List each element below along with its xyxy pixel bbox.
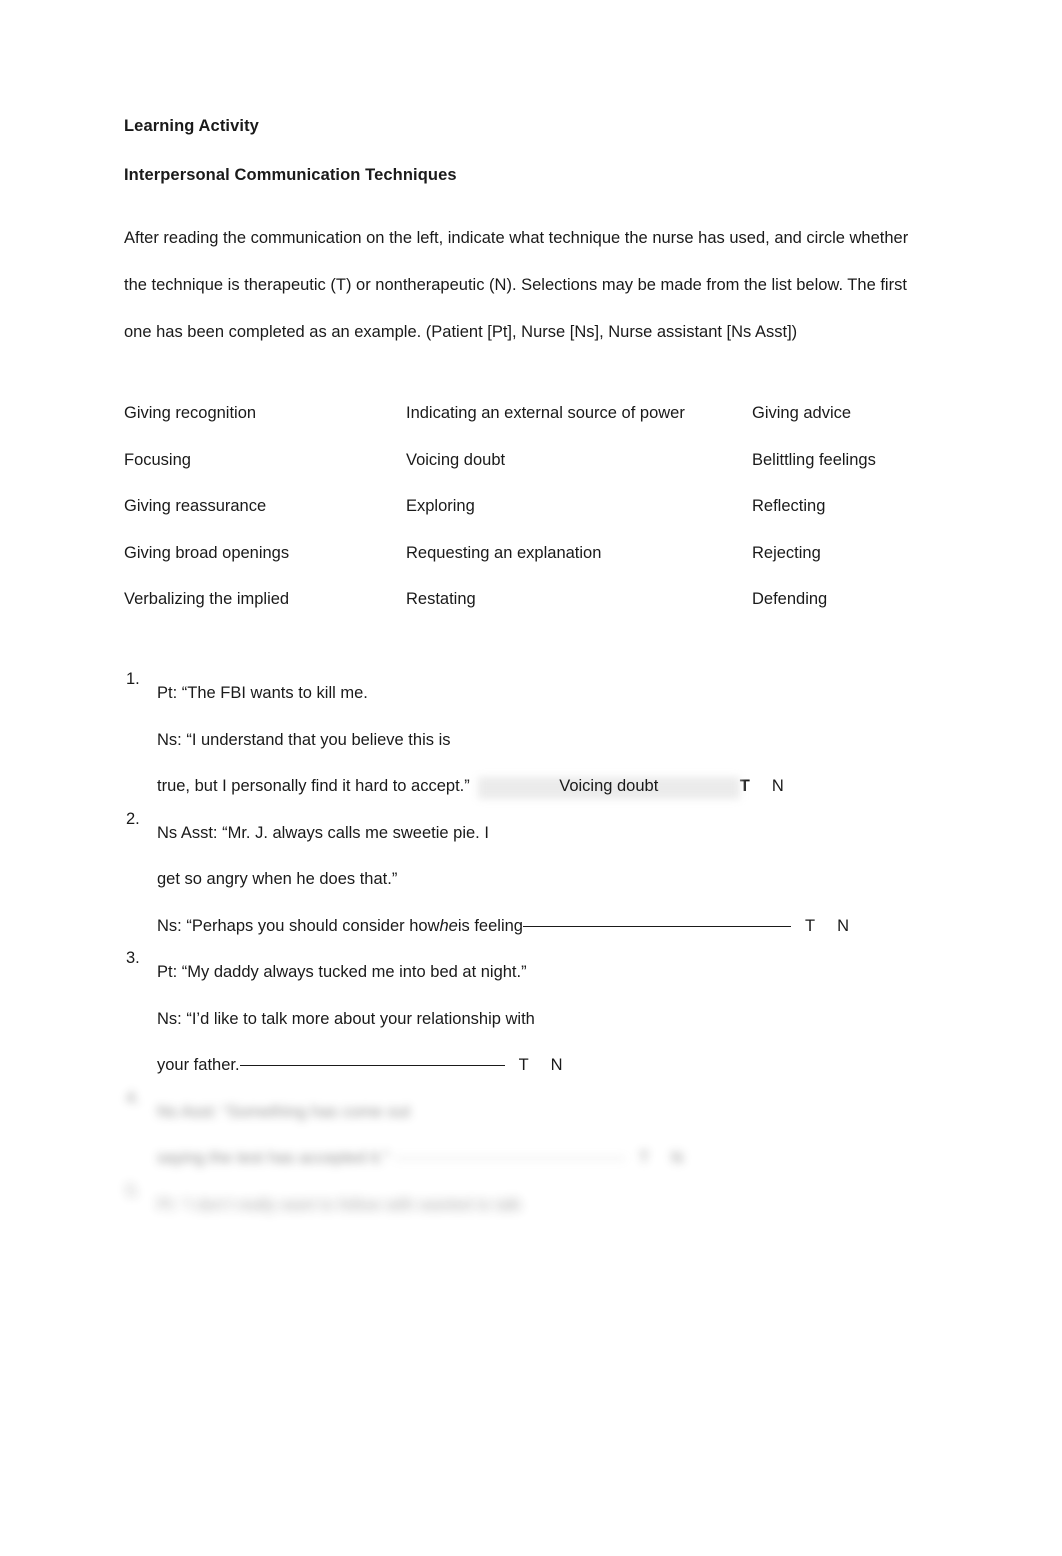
document-page: Learning Activity Interpersonal Communic…: [0, 0, 1062, 1556]
technique-option: Giving advice: [752, 404, 852, 422]
technique-row: Focusing Voicing doubt Belittling feelin…: [124, 437, 924, 484]
dialogue-line: Pt: “The FBI wants to kill me.: [157, 684, 368, 702]
exercise-item-1: 1. Pt: “The FBI wants to kill me. Ns: “I…: [124, 670, 924, 810]
choice-nontherapeutic[interactable]: N: [671, 1149, 683, 1167]
item-number: 3.: [126, 949, 140, 967]
technique-answer-value: Voicing doubt: [559, 777, 659, 795]
exercise-item-3: 3. Pt: “My daddy always tucked me into b…: [124, 949, 924, 1089]
technique-option: Verbalizing the implied: [124, 590, 290, 608]
technique-option: Voicing doubt: [406, 450, 506, 469]
technique-answer-blank[interactable]: [522, 925, 791, 927]
therapeutic-choice-group[interactable]: TN: [519, 1042, 563, 1089]
exercise-items: 1. Pt: “The FBI wants to kill me. Ns: “I…: [124, 670, 924, 1228]
technique-row: Giving recognition Indicating an externa…: [124, 390, 924, 437]
technique-option: Requesting an explanation: [406, 543, 602, 562]
item-number: 4.: [126, 1088, 140, 1107]
technique-answer-blank[interactable]: [395, 1158, 626, 1159]
technique-option: Indicating an external source of power: [406, 404, 685, 422]
choice-therapeutic[interactable]: T: [639, 1149, 649, 1167]
choice-nontherapeutic[interactable]: N: [772, 777, 784, 795]
choice-nontherapeutic[interactable]: N: [551, 1056, 563, 1074]
technique-option: Rejecting: [752, 543, 821, 562]
document-body: Learning Activity Interpersonal Communic…: [124, 118, 924, 1228]
dialogue-line: Pt: “I don’t really want to follow with …: [157, 1195, 522, 1214]
dialogue-line-text-suffix: is feeling: [457, 916, 523, 935]
dialogue-line: Ns Asst: “Something has come out: [157, 1102, 411, 1121]
technique-option: Exploring: [406, 497, 475, 515]
exercise-item-4-obscured: 4. Ns Asst: “Something has come out sayi…: [124, 1089, 924, 1182]
technique-row: Giving broad openings Requesting an expl…: [124, 530, 924, 577]
technique-option: Reflecting: [752, 497, 826, 515]
item-number: 5.: [126, 1181, 140, 1200]
page-subtitle: Interpersonal Communication Techniques: [124, 165, 457, 184]
choice-therapeutic[interactable]: T: [519, 1056, 529, 1074]
dialogue-line: Ns Asst: “Mr. J. always calls me sweetie…: [157, 823, 489, 842]
technique-answer-field[interactable]: Voicing doubt: [477, 763, 740, 810]
technique-option: Giving recognition: [124, 404, 257, 422]
dialogue-line-text: your father.: [157, 1056, 240, 1074]
dialogue-line: Pt: “My daddy always tucked me into bed …: [157, 963, 527, 981]
emphasized-word: he: [439, 916, 458, 935]
answer-line: true, but I personally find it hard to a…: [157, 763, 924, 810]
therapeutic-choice-group[interactable]: TN: [805, 903, 849, 950]
therapeutic-choice-group[interactable]: TN: [639, 1135, 683, 1182]
instructions-paragraph: After reading the communication on the l…: [124, 229, 909, 341]
technique-option: Focusing: [124, 450, 191, 469]
technique-option: Belittling feelings: [752, 450, 876, 469]
item-number: 1.: [126, 670, 140, 688]
technique-option: Restating: [406, 590, 476, 608]
dialogue-line: Ns: “I’d like to talk more about your re…: [157, 1009, 535, 1028]
dialogue-line-text: true, but I personally find it hard to a…: [157, 777, 470, 795]
technique-answer-blank[interactable]: [239, 1065, 505, 1066]
technique-word-bank: Giving recognition Indicating an externa…: [124, 390, 924, 622]
technique-option: Giving reassurance: [124, 497, 267, 515]
exercise-item-5-obscured: 5. Pt: “I don’t really want to follow wi…: [124, 1182, 924, 1229]
page-title: Learning Activity: [124, 117, 259, 135]
choice-nontherapeutic[interactable]: N: [837, 917, 849, 935]
dialogue-line: get so angry when he does that.”: [157, 870, 398, 888]
therapeutic-choice-group[interactable]: TN: [740, 763, 784, 810]
answer-line: Ns: “Perhaps you should consider how he …: [157, 903, 924, 950]
dialogue-line: Ns: “I understand that you believe this …: [157, 730, 451, 749]
choice-therapeutic[interactable]: T: [805, 917, 815, 935]
answer-line: saying the test has accepted it.” TN: [157, 1135, 924, 1182]
technique-option: Defending: [752, 590, 828, 608]
technique-row: Verbalizing the implied Restating Defend…: [124, 576, 924, 623]
technique-row: Giving reassurance Exploring Reflecting: [124, 483, 924, 530]
technique-option: Giving broad openings: [124, 543, 290, 562]
choice-therapeutic[interactable]: T: [740, 777, 750, 795]
exercise-item-2: 2. Ns Asst: “Mr. J. always calls me swee…: [124, 810, 924, 950]
answer-line: your father. TN: [157, 1042, 924, 1089]
item-number: 2.: [126, 809, 140, 828]
dialogue-line-text: saying the test has accepted it.”: [157, 1149, 390, 1167]
dialogue-line-text: Ns: “Perhaps you should consider how: [157, 916, 440, 935]
